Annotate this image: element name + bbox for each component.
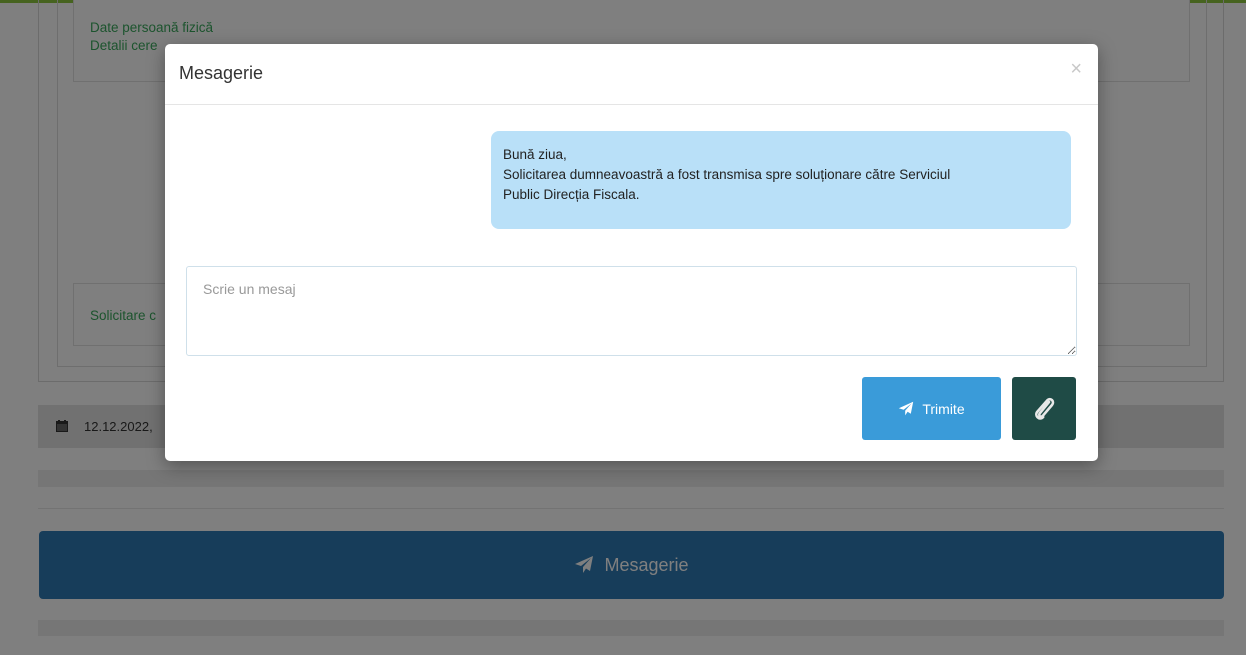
message-input[interactable] (186, 266, 1077, 356)
paperclip-icon (1035, 397, 1055, 420)
close-button[interactable]: × (1070, 59, 1082, 79)
message-line-3: Public Direcția Fiscala. (503, 187, 640, 202)
message-line-1: Bună ziua, (503, 147, 567, 162)
send-button[interactable]: Trimite (862, 377, 1001, 440)
attach-button[interactable] (1012, 377, 1076, 440)
message-line-2: Solicitarea dumneavoastră a fost transmi… (503, 167, 951, 182)
send-button-label: Trimite (922, 400, 965, 417)
modal-title: Mesagerie (179, 63, 264, 83)
message-bubble: Bună ziua, Solicitarea dumneavoastră a f… (491, 131, 1071, 229)
paper-plane-icon (899, 401, 914, 415)
modal-header: Mesagerie × (165, 44, 1098, 105)
messaging-modal: Mesagerie × Bună ziua, Solicitarea dumne… (165, 44, 1098, 461)
